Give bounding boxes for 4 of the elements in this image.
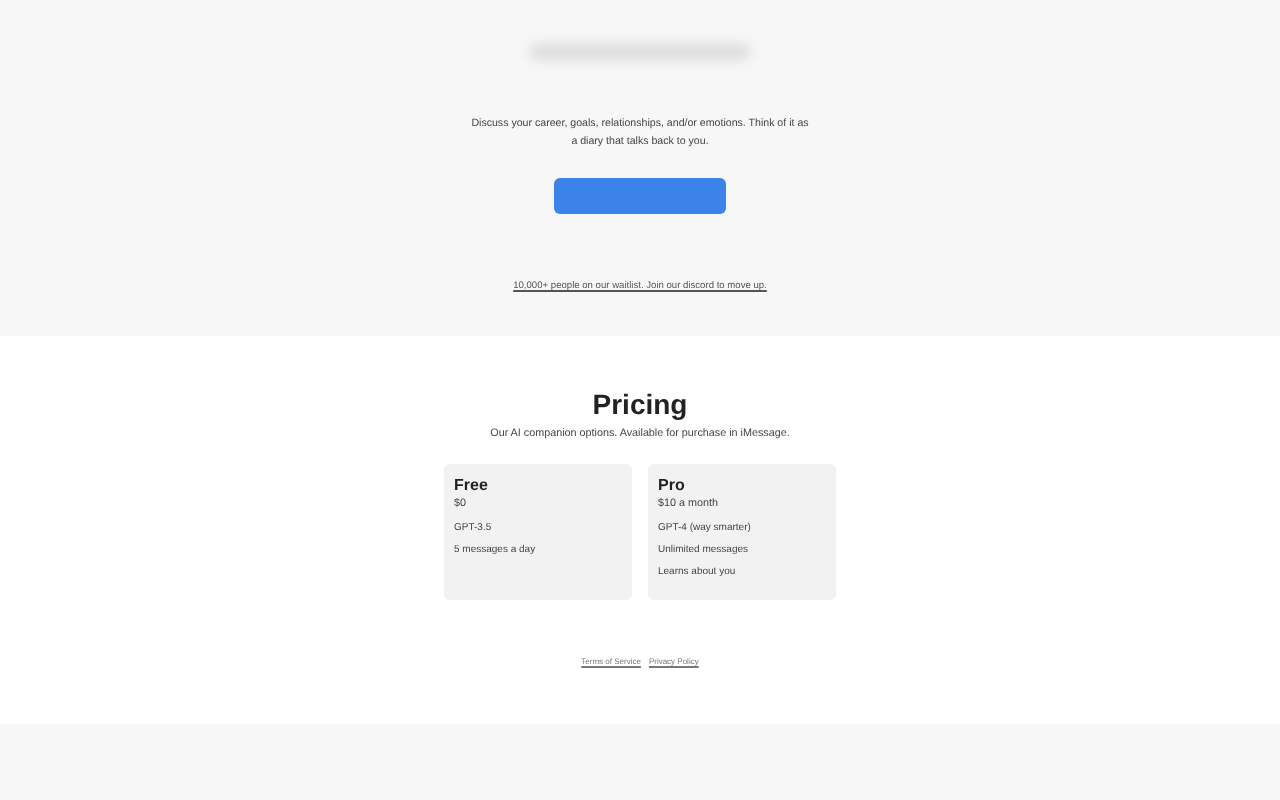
pricing-title: Pricing	[592, 388, 688, 420]
plan-name: Pro	[658, 476, 687, 494]
plan-name: Free	[454, 476, 490, 494]
primary-button[interactable]	[554, 178, 726, 214]
